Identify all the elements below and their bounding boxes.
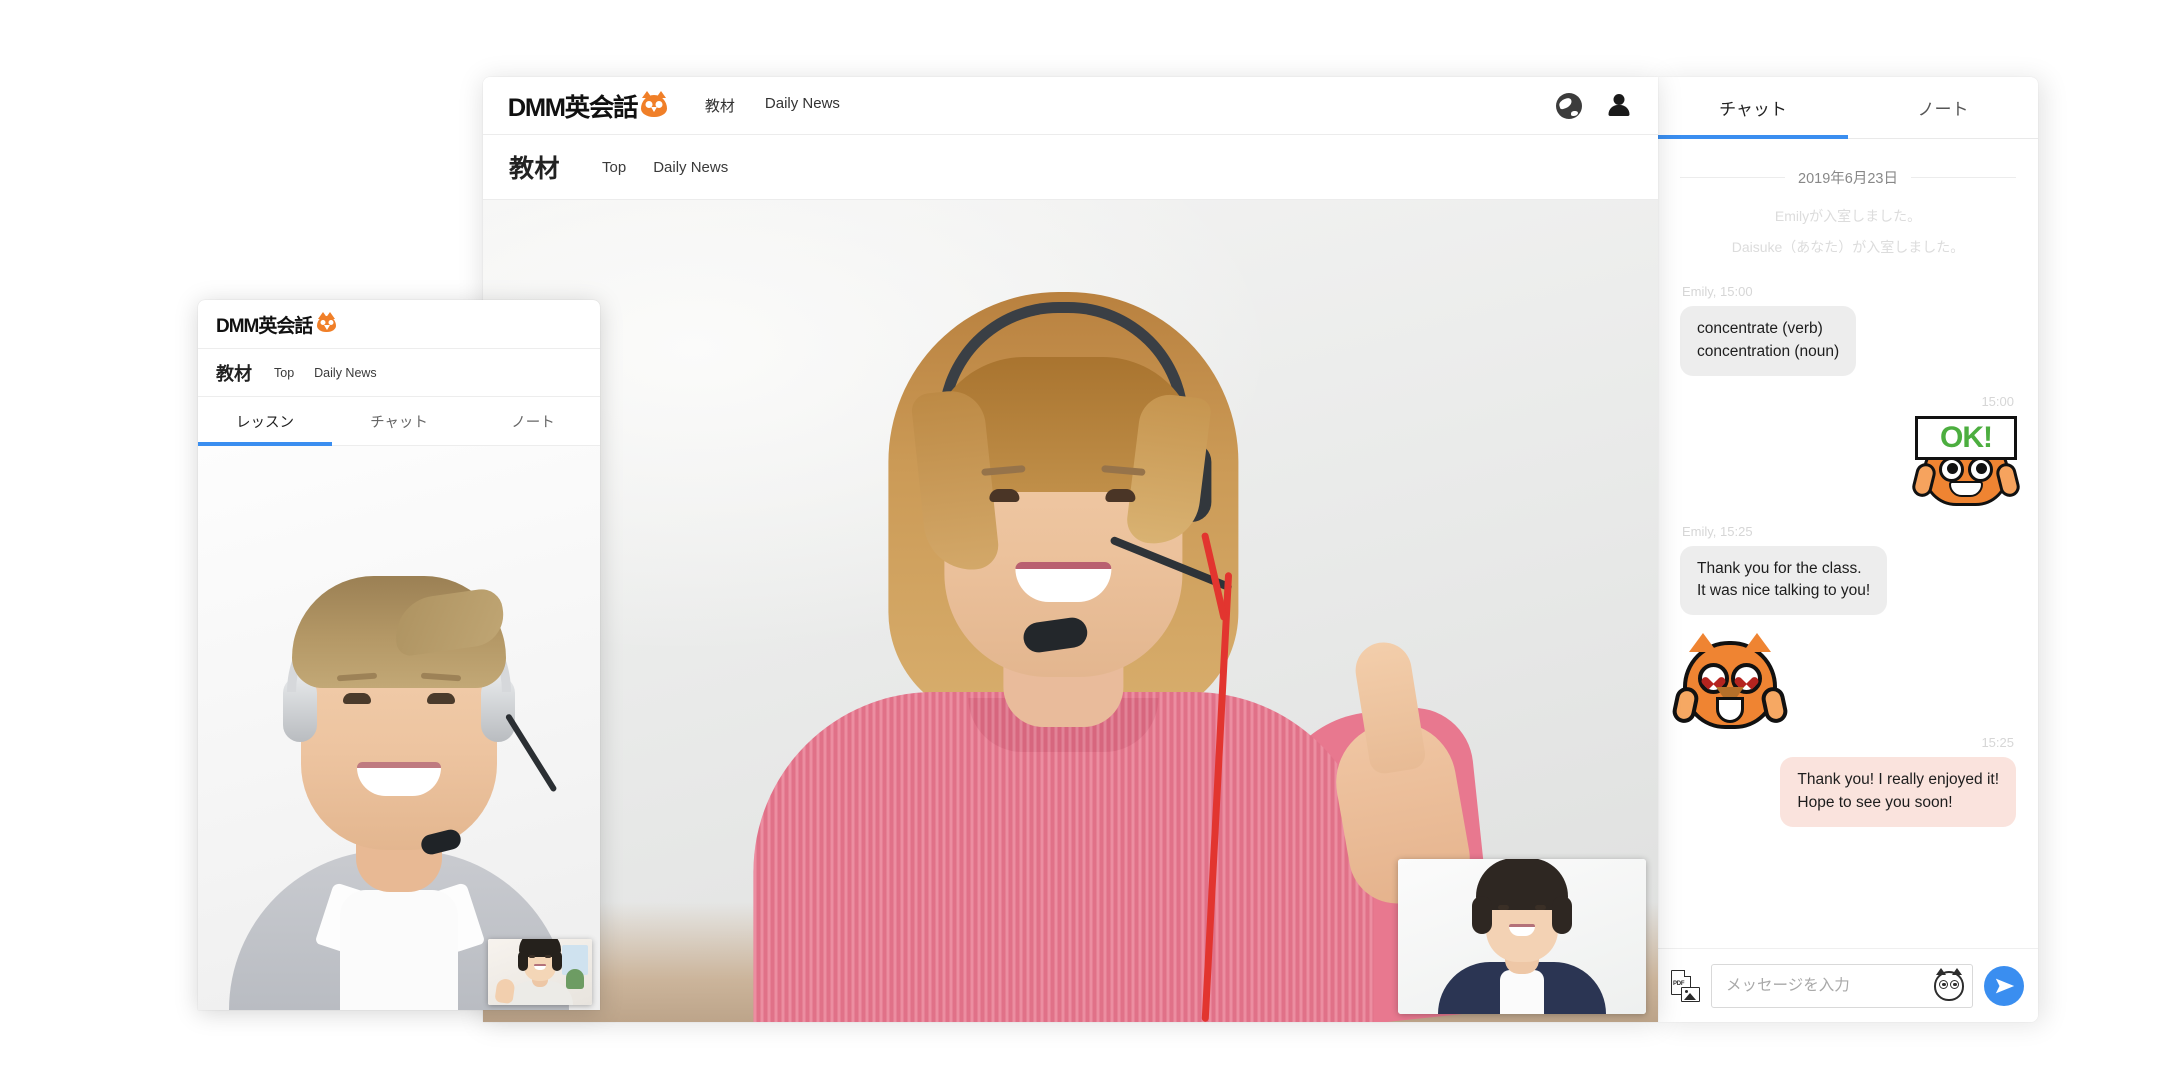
- system-message-join-self: Daisuke（あなた）が入室しました。: [1731, 239, 1965, 255]
- tab-chat-label: チャット: [370, 414, 428, 431]
- mobile-page-title: 教材: [216, 363, 252, 384]
- student-video-figure: [229, 470, 569, 1010]
- mobile-lesson-window: DMM英会話 教材 Top Daily News レッスン チャット ノート: [198, 300, 600, 1010]
- desktop-sub-navbar: 教材 Top Daily News: [483, 135, 1658, 200]
- breadcrumb: Top Daily News: [602, 159, 728, 176]
- system-message-join-emily: Emilyが入室しました。: [1774, 208, 1922, 224]
- message-line: concentration (noun): [1697, 342, 1840, 360]
- message-bubble: Thank you! I really enjoyed it! Hope to …: [1780, 757, 2016, 827]
- nav-link-daily-news[interactable]: Daily News: [765, 95, 840, 116]
- message-line: concentrate (verb): [1697, 320, 1823, 337]
- desktop-header-actions: [1556, 92, 1632, 119]
- message-meta: 15:00: [1981, 393, 2014, 409]
- chat-panel-tabs: チャット ノート: [1658, 77, 2038, 139]
- chat-message-me: Thank you! I really enjoyed it! Hope to …: [1680, 757, 2016, 827]
- brand-logo[interactable]: DMM英会話: [507, 88, 667, 124]
- tab-lesson[interactable]: レッスン: [198, 397, 332, 446]
- message-meta: Emily, 15:00: [1682, 284, 1753, 299]
- desktop-lesson-window: DMM英会話 教材 Daily News 教材 Top Daily News: [483, 77, 1658, 1022]
- mobile-breadcrumb-top[interactable]: Top: [274, 366, 294, 380]
- breadcrumb-daily-news[interactable]: Daily News: [653, 159, 728, 176]
- chat-message-them-sticker: [1670, 633, 2016, 730]
- owl-ok-sticker-text: OK!: [1915, 415, 2017, 460]
- message-line: Thank you! I really enjoyed it!: [1797, 771, 1999, 789]
- teacher-video-figure: [683, 222, 1499, 1022]
- chat-composer: [1658, 948, 2038, 1022]
- chat-message-them: concentrate (verb) concentration (noun): [1680, 306, 2016, 376]
- mobile-self-view-thumbnail[interactable]: [488, 939, 592, 1005]
- send-button[interactable]: [1984, 965, 2024, 1006]
- chat-date-separator: 2019年6月23日: [1680, 167, 2017, 188]
- tab-chat[interactable]: チャット: [332, 397, 466, 445]
- globe-icon[interactable]: [1556, 92, 1582, 119]
- message-line: Hope to see you soon!: [1797, 793, 1953, 811]
- chat-message-list[interactable]: 2019年6月23日 Emilyが入室しました。 Daisuke（あなた）が入室…: [1658, 139, 2038, 948]
- desktop-nav-links: 教材 Daily News: [705, 95, 840, 116]
- chat-message-them: Thank you for the class. It was nice tal…: [1680, 545, 2016, 616]
- send-paper-plane-icon: [1995, 978, 2014, 993]
- owl-ok-sticker: OK!: [1910, 415, 2022, 506]
- desktop-top-navbar: DMM英会話 教材 Daily News: [483, 77, 1658, 135]
- screenshot-stage: DMM英会話 教材 Daily News 教材 Top Daily News チ…: [0, 0, 2182, 1074]
- tab-note[interactable]: ノート: [466, 397, 600, 445]
- owl-logo-icon: [640, 90, 667, 117]
- tab-note-label: ノート: [511, 414, 555, 431]
- message-input-wrapper[interactable]: [1711, 963, 1973, 1008]
- self-view-thumbnail[interactable]: [1398, 859, 1646, 1014]
- nav-link-kyozai[interactable]: 教材: [705, 95, 735, 116]
- mobile-breadcrumb: Top Daily News: [274, 366, 377, 380]
- main-video-stage[interactable]: [483, 200, 1658, 1022]
- message-input[interactable]: [1726, 976, 1934, 995]
- user-icon[interactable]: [1606, 93, 1632, 119]
- message-bubble: concentrate (verb) concentration (noun): [1680, 306, 1857, 376]
- self-view-figure: [1437, 859, 1607, 1014]
- mobile-brand-logo-text: DMM英会話: [216, 315, 313, 337]
- mobile-breadcrumb-daily-news[interactable]: Daily News: [314, 366, 377, 380]
- mobile-video-stage[interactable]: [198, 446, 600, 1010]
- mobile-tabs: レッスン チャット ノート: [198, 397, 600, 446]
- message-line: It was nice talking to you!: [1697, 582, 1871, 600]
- breadcrumb-top[interactable]: Top: [602, 159, 626, 176]
- message-bubble: Thank you for the class. It was nice tal…: [1680, 545, 1888, 616]
- tab-note-label: ノート: [1917, 100, 1969, 119]
- message-line: Thank you for the class.: [1697, 559, 1862, 577]
- tab-lesson-label: レッスン: [236, 414, 294, 431]
- page-title: 教材: [509, 155, 561, 183]
- owl-heart-eyes-sticker: [1670, 633, 1790, 730]
- message-meta: Emily, 15:25: [1682, 523, 1753, 539]
- tab-note[interactable]: ノート: [1848, 77, 2038, 138]
- tab-chat[interactable]: チャット: [1658, 77, 1848, 139]
- chat-panel: チャット ノート 2019年6月23日 Emilyが入室しました。 Daisuk…: [1658, 77, 2038, 1022]
- pdf-image-attach-icon[interactable]: [1670, 969, 1700, 1002]
- tab-chat-label: チャット: [1719, 100, 1787, 119]
- brand-logo-text: DMM英会話: [507, 93, 639, 122]
- mobile-sub-navbar: 教材 Top Daily News: [198, 349, 600, 397]
- mobile-top-navbar: DMM英会話: [198, 300, 600, 349]
- mobile-brand-logo[interactable]: DMM英会話: [216, 311, 337, 338]
- message-meta: 15:25: [1981, 735, 2014, 751]
- chat-date-label: 2019年6月23日: [1798, 171, 1898, 187]
- owl-sticker-icon[interactable]: [1934, 967, 1964, 1001]
- owl-logo-icon: [317, 312, 337, 332]
- chat-message-me-sticker: OK!: [1680, 415, 2022, 506]
